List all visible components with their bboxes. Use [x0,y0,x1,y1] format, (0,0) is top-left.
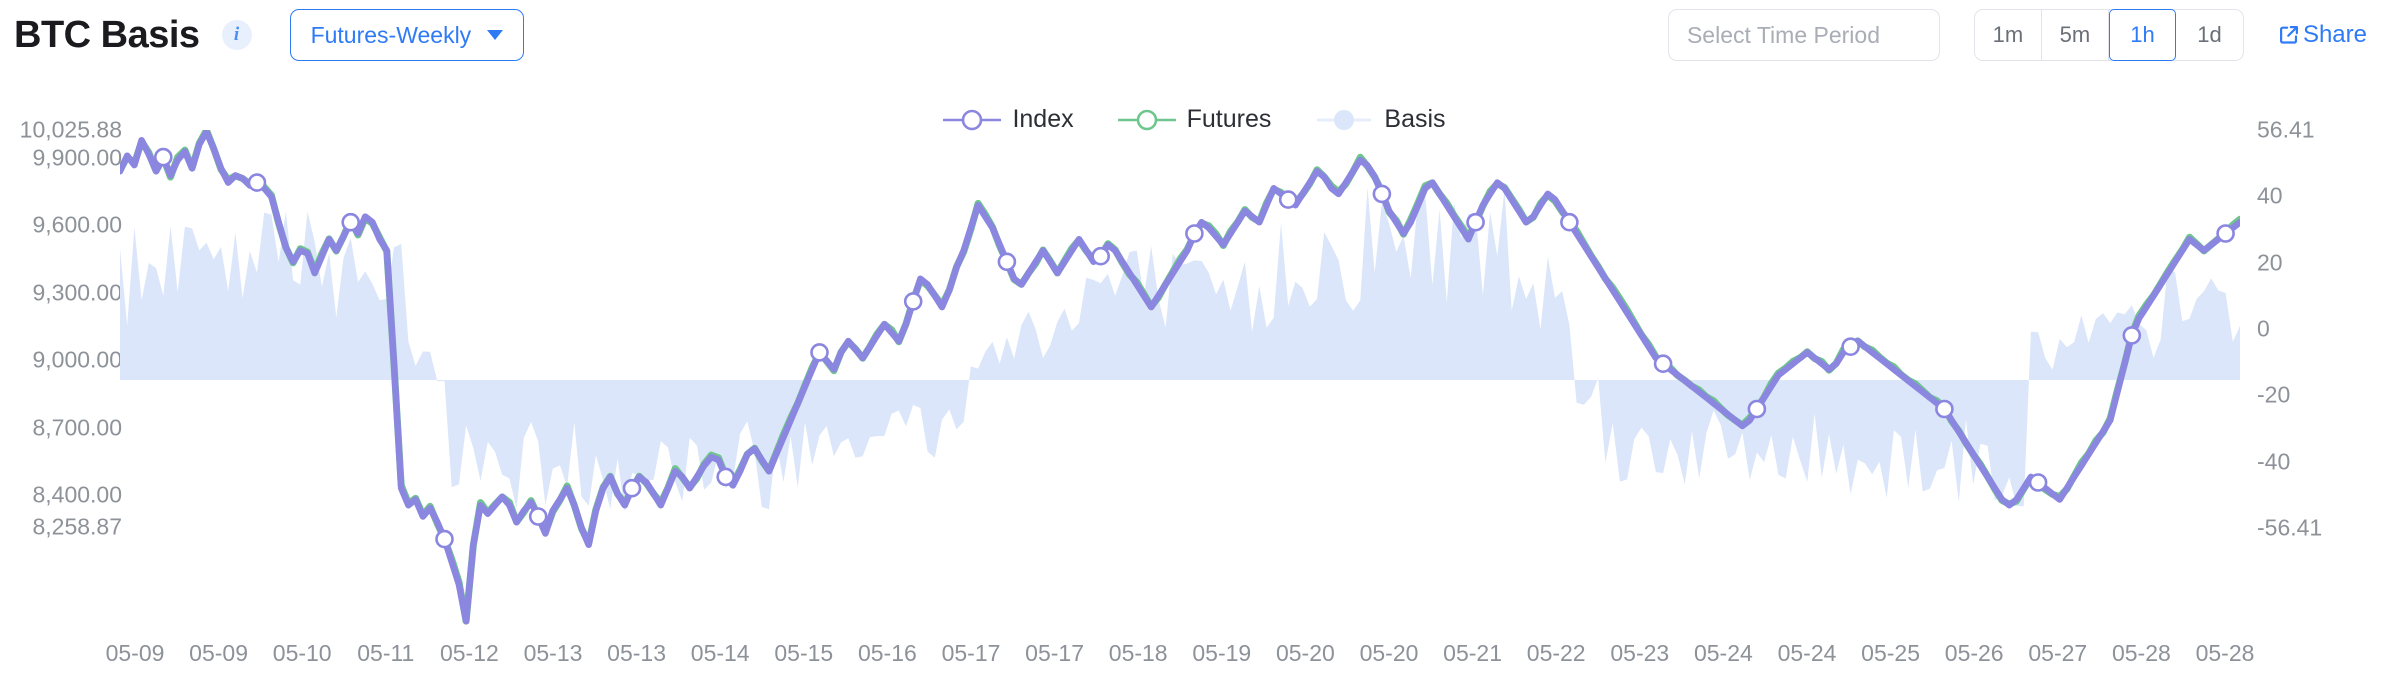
contract-select-label: Futures-Weekly [311,22,472,49]
index-point-marker [1093,248,1109,264]
x-axis-tick: 05-10 [273,640,332,667]
index-point-marker [1936,401,1952,417]
x-axis-tick: 05-09 [189,640,248,667]
x-axis-tick: 05-21 [1443,640,1502,667]
x-axis-tick: 05-12 [440,640,499,667]
y-right-tick: -20 [2257,382,2290,409]
y-right-tick: 40 [2257,183,2283,210]
y-left-tick: 8,258.87 [32,514,122,541]
x-axis-tick: 05-20 [1276,640,1335,667]
index-point-marker [1561,214,1577,230]
x-axis-tick: 05-09 [106,640,165,667]
header-controls: 1m 5m 1h 1d Share [1668,9,2367,61]
index-point-marker [1374,186,1390,202]
chevron-down-icon [487,30,503,40]
x-axis-tick: 05-14 [691,640,750,667]
x-axis-tick: 05-13 [607,640,666,667]
index-point-marker [1843,339,1859,355]
chart-header: BTC Basis i Futures-Weekly 1m 5m 1h 1d [0,0,2389,70]
x-axis-tick: 05-26 [1945,640,2004,667]
x-axis: 05-0905-0905-1005-1105-1205-1305-1305-14… [120,632,2240,682]
index-point-marker [905,293,921,309]
y-right-tick: 20 [2257,250,2283,277]
index-point-marker [999,254,1015,270]
time-period-input[interactable] [1668,9,1940,61]
y-axis-right: 56.41 40 20 0 -20 -40 -56.41 [2239,130,2389,630]
index-line-marker-icon [943,108,1001,132]
futures-line-marker-icon [1118,108,1176,132]
interval-button-1h[interactable]: 1h [2109,9,2176,62]
y-left-tick: 9,000.00 [32,347,122,374]
basis-area-swatch-icon [1315,108,1373,132]
x-axis-tick: 05-22 [1527,640,1586,667]
y-right-tick: 0 [2257,316,2270,343]
index-point-marker [530,509,546,525]
y-left-tick: 9,900.00 [32,145,122,172]
x-axis-tick: 05-15 [774,640,833,667]
index-point-marker [624,480,640,496]
y-left-tick: 10,025.88 [20,117,122,144]
interval-button-1m[interactable]: 1m [1975,10,2042,60]
external-link-icon [2278,24,2300,46]
x-axis-tick: 05-23 [1610,640,1669,667]
x-axis-tick: 05-18 [1109,640,1168,667]
chart-plot[interactable] [120,130,2240,630]
chart-svg [120,130,2240,630]
x-axis-tick: 05-25 [1861,640,1920,667]
x-axis-tick: 05-13 [524,640,583,667]
x-axis-tick: 05-28 [2112,640,2171,667]
y-left-tick: 9,600.00 [32,212,122,239]
share-label: Share [2303,21,2367,49]
index-point-marker [812,344,828,360]
x-axis-tick: 05-24 [1694,640,1753,667]
index-point-marker [2124,327,2140,343]
index-point-marker [718,469,734,485]
x-axis-tick: 05-11 [357,640,414,667]
index-point-marker [2218,226,2234,242]
y-left-tick: 8,400.00 [32,482,122,509]
index-point-marker [2030,475,2046,491]
interval-button-1d[interactable]: 1d [2176,10,2243,60]
info-icon[interactable]: i [222,20,252,50]
index-point-marker [437,531,453,547]
x-axis-tick: 05-20 [1360,640,1419,667]
x-axis-tick: 05-16 [858,640,917,667]
interval-button-group: 1m 5m 1h 1d [1974,9,2244,61]
contract-select-dropdown[interactable]: Futures-Weekly [290,9,525,61]
x-axis-tick: 05-24 [1778,640,1837,667]
title-block: BTC Basis i [14,14,252,57]
index-point-marker [343,214,359,230]
share-button[interactable]: Share [2278,21,2367,49]
index-point-marker [155,149,171,165]
index-point-marker [1186,226,1202,242]
index-point-marker [249,175,265,191]
page-title: BTC Basis [14,14,200,57]
y-right-tick: -56.41 [2257,515,2322,542]
index-point-marker [1749,401,1765,417]
y-left-tick: 9,300.00 [32,280,122,307]
x-axis-tick: 05-17 [942,640,1001,667]
x-axis-tick: 05-28 [2196,640,2255,667]
index-point-marker [1280,192,1296,208]
y-axis-left: 10,025.88 9,900.00 9,600.00 9,300.00 9,0… [0,130,130,630]
y-right-tick: 56.41 [2257,117,2315,144]
x-axis-tick: 05-19 [1192,640,1251,667]
y-right-tick: -40 [2257,449,2290,476]
y-left-tick: 8,700.00 [32,415,122,442]
interval-button-5m[interactable]: 5m [2042,10,2109,60]
btc-basis-chart-page: BTC Basis i Futures-Weekly 1m 5m 1h 1d [0,0,2389,689]
index-point-marker [1468,214,1484,230]
x-axis-tick: 05-27 [2028,640,2087,667]
index-point-marker [1655,356,1671,372]
x-axis-tick: 05-17 [1025,640,1084,667]
basis-area-series [120,187,2240,512]
chart-area: 10,025.88 9,900.00 9,600.00 9,300.00 9,0… [0,130,2389,689]
